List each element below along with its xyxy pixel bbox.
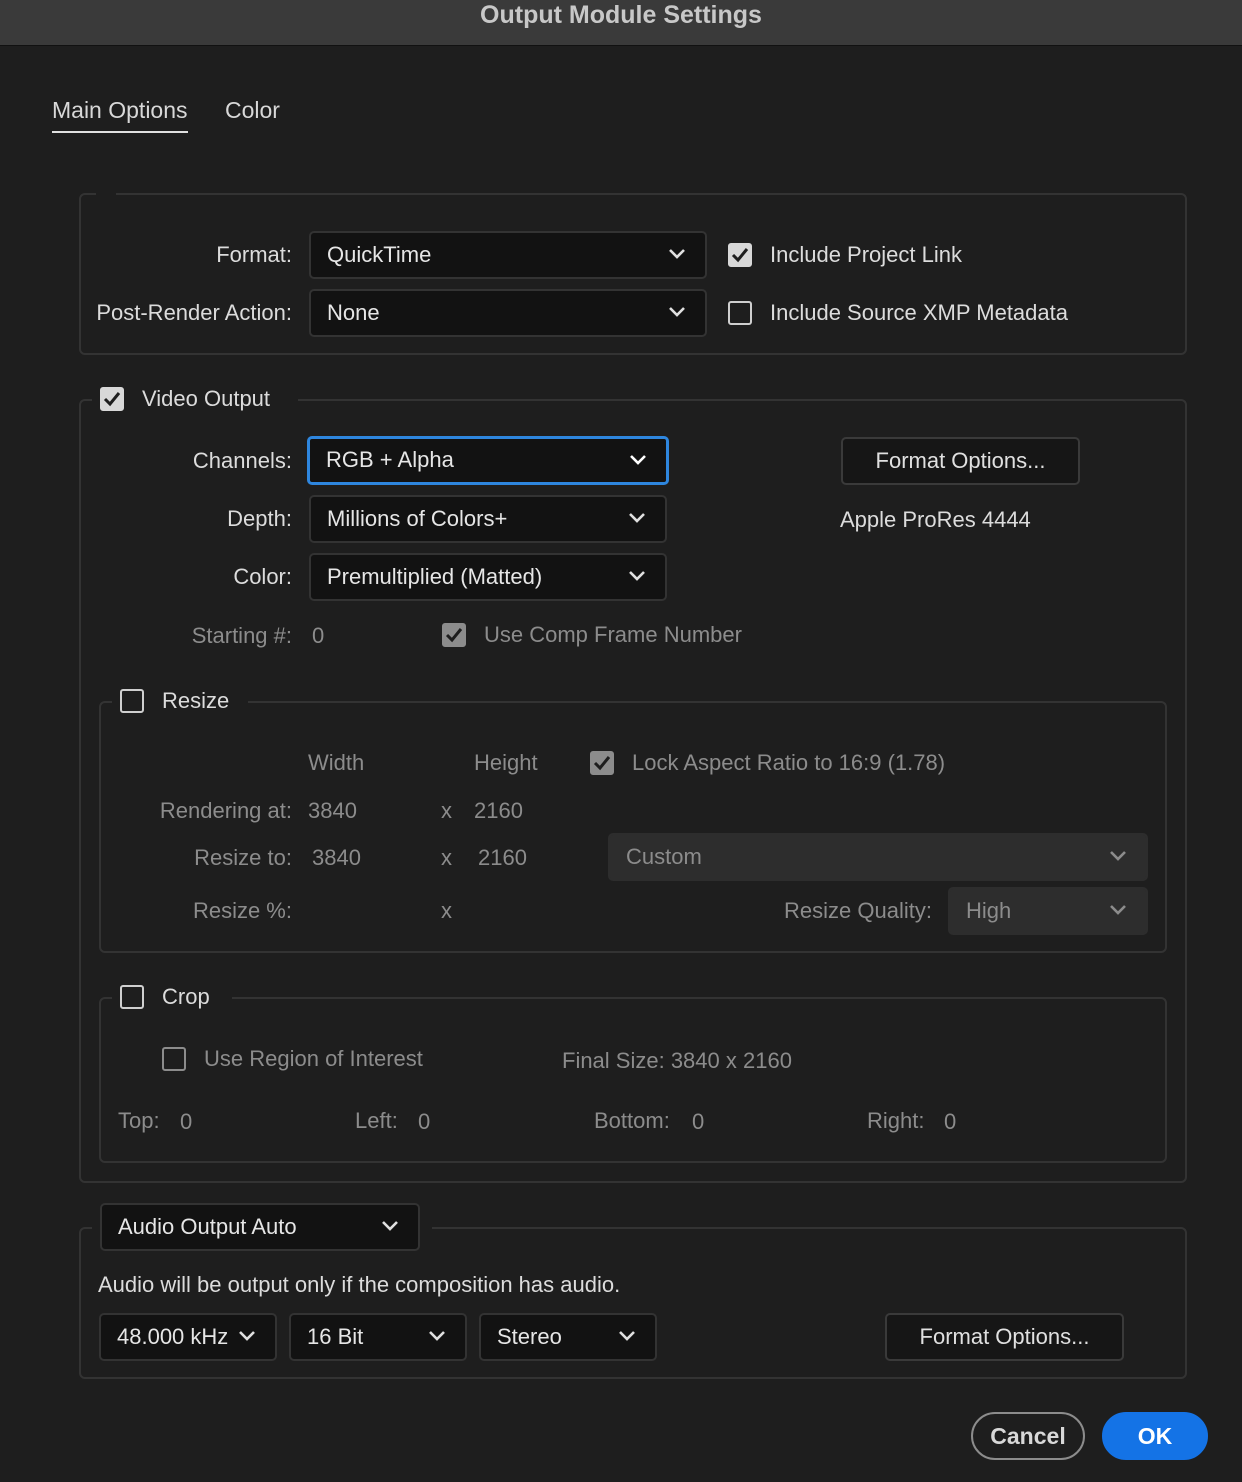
codec-label: Apple ProRes 4444 [840,507,1031,532]
include-xmp-label: Include Source XMP Metadata [770,300,1068,325]
crop-left-label: Left: [355,1108,398,1133]
checkmark-icon [445,628,463,643]
use-comp-frame-checkbox[interactable] [442,623,466,647]
depth-select[interactable]: Millions of Colors+ [309,495,667,543]
color-value: Premultiplied (Matted) [327,564,543,589]
audio-output-mode-select[interactable]: Audio Output Auto [100,1203,420,1251]
height-header: Height [474,750,538,775]
tab-main-options[interactable]: Main Options [52,96,188,133]
format-select[interactable]: QuickTime [309,231,707,279]
rendering-x: x [441,798,452,823]
chevron-down-icon [628,450,648,470]
video-format-options-button[interactable]: Format Options... [841,437,1080,485]
rendering-width: 3840 [308,798,357,823]
audio-sample-rate-select[interactable]: 48.000 kHz [99,1313,277,1361]
audio-bit-depth-select[interactable]: 16 Bit [289,1313,467,1361]
crop-top-label: Top: [118,1108,160,1133]
crop-bottom-value[interactable]: 0 [692,1108,704,1136]
rendering-at-label: Rendering at: [159,798,292,823]
video-output-label: Video Output [142,386,271,411]
chevron-down-icon [667,302,687,322]
format-label: Format: [216,242,292,267]
color-label: Color: [233,564,292,589]
channels-label: Channels: [192,448,292,473]
depth-label: Depth: [227,506,292,531]
resize-percent-label: Resize %: [192,898,292,923]
use-region-of-interest-checkbox[interactable] [162,1047,186,1071]
chevron-down-icon [667,244,687,264]
post-render-label: Post-Render Action: [96,300,292,325]
resize-to-label: Resize to: [194,845,292,870]
resize-quality-label: Resize Quality: [784,898,932,923]
chevron-down-icon [627,566,647,586]
crop-left-value[interactable]: 0 [418,1108,430,1136]
crop-checkbox[interactable] [120,985,144,1009]
crop-top-value[interactable]: 0 [180,1108,192,1136]
resize-preset-select[interactable]: Custom [608,833,1148,881]
cancel-button[interactable]: Cancel [971,1412,1085,1460]
resize-checkbox[interactable] [120,689,144,713]
starting-number-label: Starting #: [191,623,292,648]
ok-button[interactable]: OK [1102,1412,1208,1460]
crop-right-value[interactable]: 0 [944,1108,956,1136]
tab-color[interactable]: Color [225,96,280,124]
starting-number-value[interactable]: 0 [312,622,324,650]
lock-aspect-checkbox[interactable] [590,751,614,775]
color-select[interactable]: Premultiplied (Matted) [309,553,667,601]
use-comp-frame-label: Use Comp Frame Number [484,622,742,647]
resize-to-width[interactable]: 3840 [312,844,361,872]
chevron-down-icon [617,1326,637,1346]
chevron-down-icon [427,1326,447,1346]
checkmark-icon [731,248,749,263]
resize-label: Resize [162,688,230,713]
channels-value: RGB + Alpha [326,447,454,472]
title-bar: Output Module Settings [0,0,1242,46]
rendering-height: 2160 [474,798,523,823]
resize-preset-value: Custom [626,844,702,869]
crop-label: Crop [162,984,210,1009]
width-header: Width [308,750,365,775]
audio-channels-value: Stereo [497,1324,562,1349]
video-output-checkbox[interactable] [100,387,124,411]
resize-quality-select[interactable]: High [948,887,1148,935]
audio-output-mode-value: Audio Output Auto [118,1214,297,1239]
include-xmp-checkbox[interactable] [728,301,752,325]
include-project-link-label: Include Project Link [770,242,962,267]
chevron-down-icon [1108,900,1128,920]
post-render-select[interactable]: None [309,289,707,337]
use-region-of-interest-label: Use Region of Interest [204,1046,423,1071]
post-render-value: None [327,300,380,325]
audio-format-options-button[interactable]: Format Options... [885,1313,1124,1361]
audio-note: Audio will be output only if the composi… [98,1272,621,1297]
audio-sample-rate-value: 48.000 kHz [117,1324,229,1349]
crop-group [99,997,1167,1163]
window-title: Output Module Settings [480,1,762,29]
resize-to-x: x [441,845,452,870]
audio-channels-select[interactable]: Stereo [479,1313,657,1361]
lock-aspect-label: Lock Aspect Ratio to 16:9 (1.78) [632,750,946,775]
crop-bottom-label: Bottom: [594,1108,670,1133]
chevron-down-icon [1108,846,1128,866]
crop-right-label: Right: [867,1108,925,1133]
final-size-label: Final Size: 3840 x 2160 [562,1048,792,1073]
include-project-link-checkbox[interactable] [728,243,752,267]
resize-percent-x: x [441,898,452,923]
chevron-down-icon [380,1216,400,1236]
format-value: QuickTime [327,242,432,267]
resize-to-height[interactable]: 2160 [478,844,527,872]
depth-value: Millions of Colors+ [327,506,508,531]
chevron-down-icon [237,1326,257,1346]
resize-quality-value: High [966,898,1012,923]
chevron-down-icon [627,508,647,528]
checkmark-icon [103,392,121,407]
audio-bit-depth-value: 16 Bit [307,1324,364,1349]
channels-select[interactable]: RGB + Alpha [307,436,669,485]
checkmark-icon [593,756,611,771]
